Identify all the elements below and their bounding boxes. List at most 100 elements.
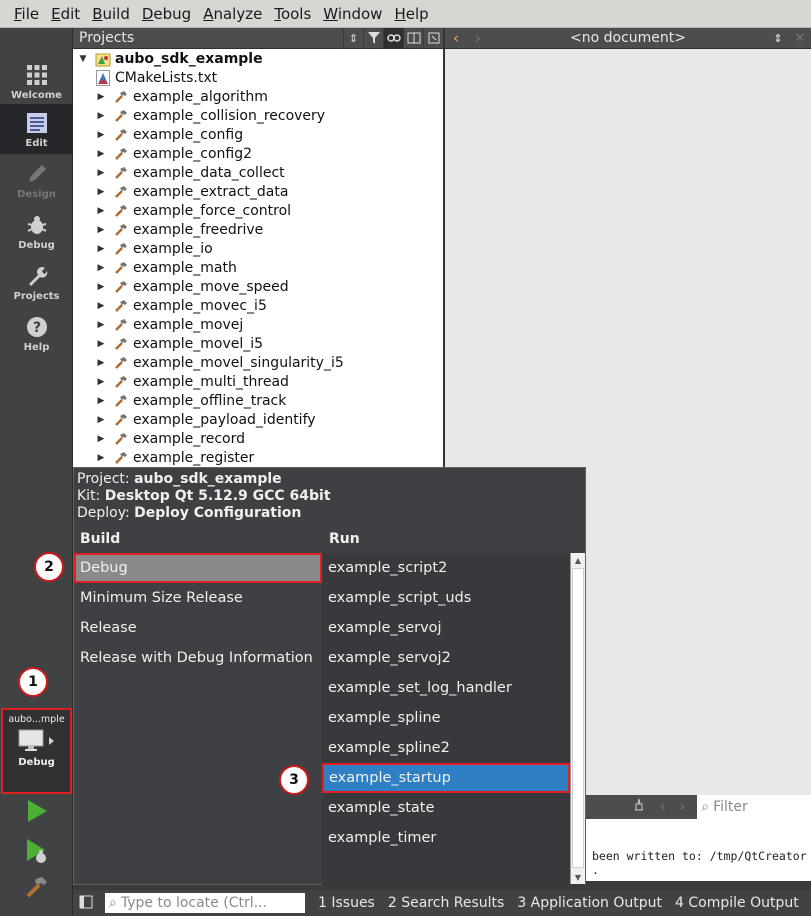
run-config-option[interactable]: example_servoj [322, 613, 570, 643]
tree-item[interactable]: ▶ example_payload_identify [73, 410, 443, 429]
tree-item[interactable]: ▶ example_algorithm [73, 87, 443, 106]
tree-file-cmakelists[interactable]: CMakeLists.txt [73, 68, 443, 87]
link-icon[interactable] [383, 27, 403, 49]
expand-arrow-icon[interactable]: ▶ [91, 396, 111, 406]
expand-arrow-icon[interactable]: ▶ [91, 244, 111, 254]
expand-arrow-icon[interactable]: ▶ [91, 206, 111, 216]
tree-item[interactable]: ▶ example_config2 [73, 144, 443, 163]
build-config-option[interactable]: Release with Debug Information [74, 643, 322, 673]
expand-arrow-icon[interactable]: ▶ [91, 453, 111, 463]
expand-arrow-icon[interactable]: ▶ [91, 377, 111, 387]
expand-arrow-icon[interactable]: ▶ [91, 358, 111, 368]
tree-root[interactable]: ▼ aubo_sdk_example [73, 49, 443, 68]
output-filter-input[interactable]: ⌕ Filter [697, 795, 811, 819]
run-config-option[interactable]: example_timer [322, 823, 570, 853]
menu-tools[interactable]: Tools [268, 5, 317, 23]
mode-debug[interactable]: Debug [0, 206, 73, 256]
view-select-icon[interactable]: ⇕ [343, 27, 363, 49]
expand-arrow-icon[interactable]: ▶ [91, 320, 111, 330]
expand-arrow-icon[interactable]: ▶ [91, 301, 111, 311]
scrollbar-thumb[interactable] [572, 568, 584, 868]
menu-build[interactable]: Build [86, 5, 136, 23]
tree-item[interactable]: ▶ example_freedrive [73, 220, 443, 239]
toggle-sidebar-icon[interactable] [79, 895, 93, 913]
collapse-arrow-icon[interactable]: ▼ [73, 54, 93, 64]
run-config-option[interactable]: example_script2 [322, 553, 570, 583]
build-config-option[interactable]: Debug [74, 553, 322, 583]
run-list-scrollbar[interactable]: ▲ ▼ [570, 553, 585, 884]
expand-arrow-icon[interactable]: ▶ [91, 92, 111, 102]
tree-item-label: example_movel_singularity_i5 [133, 354, 344, 371]
expand-arrow-icon[interactable]: ▶ [91, 263, 111, 273]
run-config-option[interactable]: example_spline2 [322, 733, 570, 763]
mode-projects[interactable]: Projects [0, 257, 73, 307]
tree-item[interactable]: ▶ example_movel_singularity_i5 [73, 353, 443, 372]
tree-item[interactable]: ▶ example_math [73, 258, 443, 277]
mode-welcome[interactable]: Welcome [0, 56, 73, 106]
tree-item[interactable]: ▶ example_config [73, 125, 443, 144]
tab-search-results[interactable]: 2 Search Results [388, 895, 504, 911]
expand-arrow-icon[interactable]: ▶ [91, 339, 111, 349]
tab-application-output[interactable]: 3 Application Output [517, 895, 662, 911]
document-select-icon[interactable]: ⇕ [767, 32, 789, 45]
menu-edit[interactable]: Edit [45, 5, 86, 23]
tree-item[interactable]: ▶ example_move_speed [73, 277, 443, 296]
tree-item[interactable]: ▶ example_movel_i5 [73, 334, 443, 353]
tree-item[interactable]: ▶ example_collision_recovery [73, 106, 443, 125]
expand-arrow-icon[interactable]: ▶ [91, 149, 111, 159]
mode-help[interactable]: ? Help [0, 308, 73, 358]
run-config-option[interactable]: example_startup [322, 763, 570, 793]
expand-arrow-icon[interactable]: ▶ [91, 111, 111, 121]
expand-arrow-icon[interactable]: ▶ [91, 168, 111, 178]
tree-item[interactable]: ▶ example_movec_i5 [73, 296, 443, 315]
scroll-down-icon[interactable]: ▼ [571, 870, 585, 884]
tree-item[interactable]: ▶ example_record [73, 429, 443, 448]
menu-debug[interactable]: Debug [136, 5, 197, 23]
kit-selector[interactable]: aubo...mple Debug [1, 708, 72, 794]
debug-run-button[interactable] [24, 838, 50, 864]
expand-arrow-icon[interactable]: ▶ [91, 225, 111, 235]
back-icon[interactable]: ‹ [445, 29, 467, 47]
tree-item[interactable]: ▶ example_extract_data [73, 182, 443, 201]
clear-output-icon[interactable] [632, 798, 646, 816]
tab-issues[interactable]: 1 Issues [318, 895, 375, 911]
tree-item[interactable]: ▶ example_multi_thread [73, 372, 443, 391]
menu-help[interactable]: Help [388, 5, 434, 23]
run-config-option[interactable]: example_state [322, 793, 570, 823]
filter-icon[interactable] [363, 27, 383, 49]
split-icon[interactable] [403, 27, 423, 49]
tree-item[interactable]: ▶ example_offline_track [73, 391, 443, 410]
run-button[interactable] [24, 798, 50, 824]
tab-compile-output[interactable]: 4 Compile Output [675, 895, 799, 911]
menu-file[interactable]: File [8, 5, 45, 23]
expand-arrow-icon[interactable]: ▶ [91, 130, 111, 140]
document-name[interactable]: <no document> [489, 30, 767, 46]
scroll-up-icon[interactable]: ▲ [571, 553, 585, 567]
run-config-option[interactable]: example_servoj2 [322, 643, 570, 673]
tree-item[interactable]: ▶ example_movej [73, 315, 443, 334]
run-config-option[interactable]: example_set_log_handler [322, 673, 570, 703]
menu-analyze[interactable]: Analyze [197, 5, 268, 23]
close-pane-icon[interactable] [423, 27, 443, 49]
mode-design[interactable]: Design [0, 155, 73, 205]
expand-arrow-icon[interactable]: ▶ [91, 282, 111, 292]
build-config-option[interactable]: Minimum Size Release [74, 583, 322, 613]
next-output-icon[interactable]: › [680, 799, 686, 815]
build-config-option[interactable]: Release [74, 613, 322, 643]
tree-item[interactable]: ▶ example_io [73, 239, 443, 258]
expand-arrow-icon[interactable]: ▶ [91, 434, 111, 444]
prev-output-icon[interactable]: ‹ [660, 799, 666, 815]
build-button[interactable] [24, 874, 50, 900]
tree-item[interactable]: ▶ example_force_control [73, 201, 443, 220]
close-document-icon[interactable]: ✕ [789, 31, 811, 46]
tree-item[interactable]: ▶ example_data_collect [73, 163, 443, 182]
run-config-option[interactable]: example_script_uds [322, 583, 570, 613]
expand-arrow-icon[interactable]: ▶ [91, 187, 111, 197]
mode-edit[interactable]: Edit [0, 104, 73, 154]
locator-input[interactable]: ⌕ Type to locate (Ctrl... [105, 893, 305, 913]
expand-arrow-icon[interactable]: ▶ [91, 415, 111, 425]
tree-item[interactable]: ▶ example_register [73, 448, 443, 467]
menu-window[interactable]: Window [317, 5, 388, 23]
forward-icon[interactable]: › [467, 29, 489, 47]
run-config-option[interactable]: example_spline [322, 703, 570, 733]
